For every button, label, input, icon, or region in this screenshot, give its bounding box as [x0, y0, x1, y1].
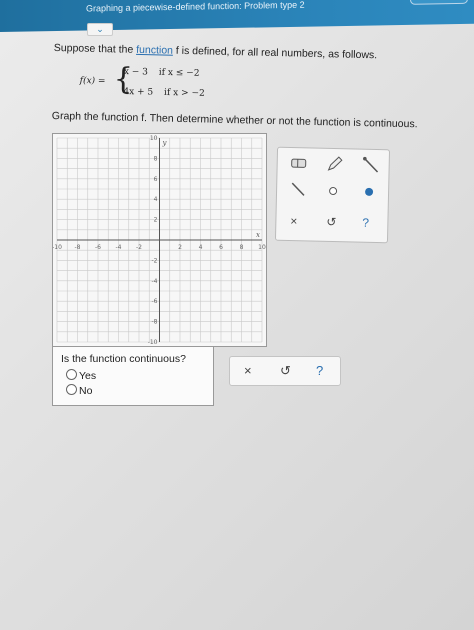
x-axis-label: x: [256, 231, 260, 239]
x-tick-label: 10: [258, 244, 266, 251]
y-tick-label: 10: [150, 135, 158, 142]
open-point-icon[interactable]: [327, 185, 339, 200]
function-link[interactable]: function: [136, 44, 173, 57]
problem-prompt: Suppose that the function f is defined, …: [54, 42, 434, 63]
undo-icon[interactable]: ↺: [326, 215, 336, 229]
closed-point-icon[interactable]: [363, 186, 375, 201]
y-tick-label: 6: [154, 176, 158, 183]
prompt-text-start: Suppose that the: [53, 42, 137, 56]
x-tick-label: -10: [53, 244, 62, 251]
case1-condition: if x ≤ −2: [158, 67, 200, 79]
prompt-text-end: f is defined, for all real numbers, as f…: [172, 44, 378, 62]
clear-icon[interactable]: ×: [290, 214, 297, 228]
undo-answer-icon[interactable]: ↺: [280, 363, 291, 379]
formula-case-2: 4x + 5 if x > −2: [123, 87, 205, 99]
y-tick-label: 8: [154, 155, 158, 162]
radio-no[interactable]: [66, 384, 77, 395]
case2-condition: if x > −2: [163, 87, 205, 99]
clear-answer-icon[interactable]: ×: [244, 363, 252, 378]
help-answer-icon[interactable]: ?: [316, 363, 323, 378]
x-tick-label: -6: [95, 244, 101, 251]
option-yes-label: Yes: [79, 370, 97, 382]
x-tick-label: -4: [116, 244, 122, 251]
y-tick-label: -10: [148, 339, 158, 346]
x-tick-label: -8: [75, 244, 81, 251]
pencil-glyph: [327, 156, 343, 171]
case2-expression: 4x + 5: [123, 86, 154, 98]
continuity-question: Is the function continuous? Yes No: [52, 346, 214, 406]
progress-tray: [410, 0, 468, 5]
eraser-glyph: [291, 158, 307, 168]
top-bar: Graphing a piecewise-defined function: P…: [0, 0, 474, 32]
y-tick-label: 4: [154, 196, 158, 203]
x-tick-label: 8: [240, 244, 244, 251]
formula-case-1: x − 3 if x ≤ −2: [124, 67, 200, 79]
y-tick-label: -8: [152, 319, 158, 326]
closed-point-glyph: [365, 187, 374, 196]
y-tick-label: -4: [152, 278, 158, 285]
y-tick-label: -6: [152, 298, 158, 305]
segment-glyph: [291, 182, 305, 196]
ray-glyph: [363, 156, 379, 173]
option-no-label: No: [79, 385, 93, 397]
problem-title: Graphing a piecewise-defined function: P…: [86, 0, 305, 14]
option-yes[interactable]: Yes: [66, 369, 96, 382]
option-no[interactable]: No: [66, 384, 92, 397]
x-tick-label: 6: [219, 244, 223, 251]
radio-yes[interactable]: [66, 369, 77, 380]
ray-icon[interactable]: [361, 156, 379, 177]
y-tick-label: -2: [152, 257, 158, 264]
chevron-down-icon[interactable]: ⌄: [87, 23, 113, 36]
graph-panel[interactable]: -10 -8 -6 -4 -2 2 4 6 8 10 10 8 6 4 2 -2 -4 -6 -8 -10 x y: [52, 133, 267, 347]
eraser-icon[interactable]: [289, 156, 307, 173]
graph-toolbox: × ↺ ?: [274, 146, 391, 244]
case1-expression: x − 3: [123, 66, 149, 78]
question-text: Is the function continuous?: [61, 353, 186, 365]
help-icon[interactable]: ?: [362, 216, 369, 230]
y-axis-label: y: [162, 139, 168, 147]
y-tick-label: 2: [154, 217, 158, 224]
segment-icon[interactable]: [289, 180, 307, 201]
instruction-text: Graph the function f. Then determine whe…: [51, 110, 418, 131]
formula-lhs: f(x) =: [79, 75, 106, 87]
pencil-icon[interactable]: [325, 155, 343, 176]
open-point-glyph: [329, 187, 338, 196]
x-tick-label: 4: [199, 244, 203, 251]
coordinate-grid[interactable]: -10 -8 -6 -4 -2 2 4 6 8 10 10 8 6 4 2 -2 -4 -6 -8 -10 x y: [53, 134, 266, 346]
x-tick-label: 2: [178, 244, 182, 251]
answer-actions: × ↺ ?: [229, 356, 341, 386]
x-tick-label: -2: [136, 244, 142, 251]
